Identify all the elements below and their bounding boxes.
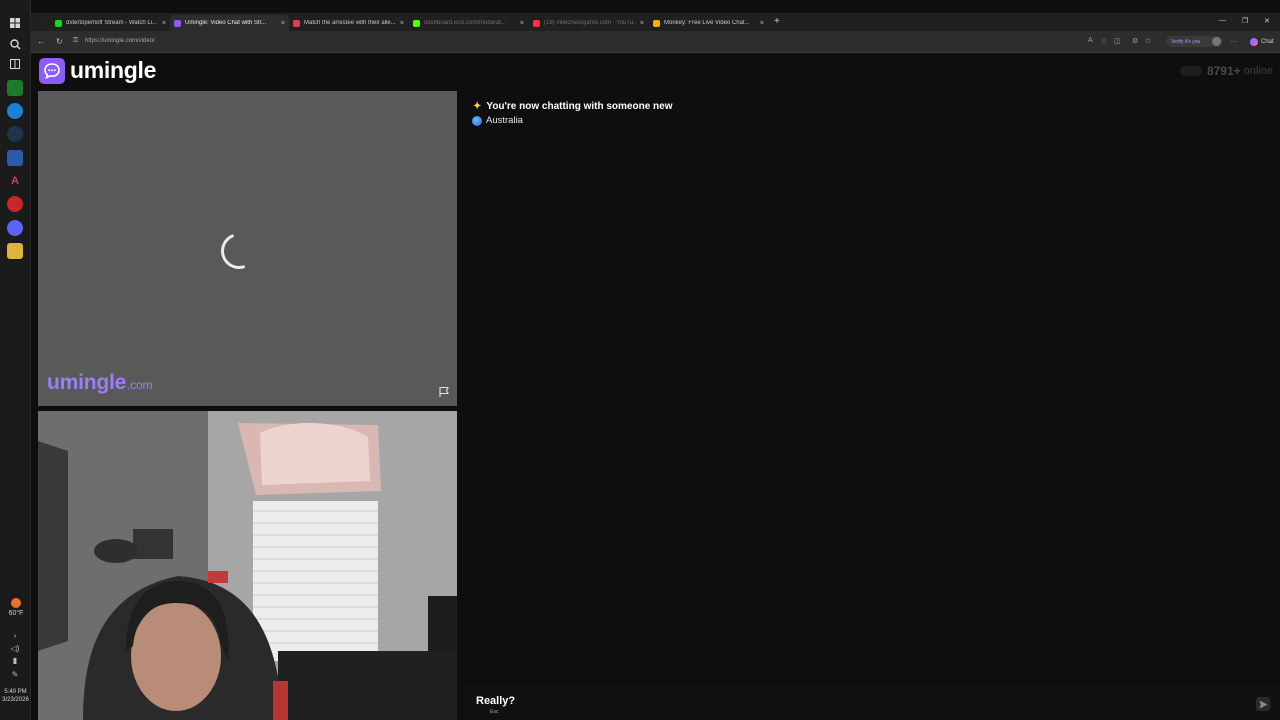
remote-video: umingle.com	[38, 91, 457, 406]
speaker-icon[interactable]: ◁)	[5, 644, 25, 653]
edge-icon[interactable]	[7, 103, 23, 119]
verify-profile-button[interactable]: Verify it's you	[1166, 36, 1223, 47]
close-icon[interactable]: ×	[520, 20, 524, 27]
extensions-icon[interactable]: ⚙	[1132, 37, 1138, 45]
xbox-icon[interactable]	[7, 80, 23, 96]
weather-widget[interactable]: 60°F	[3, 598, 29, 617]
discord-icon[interactable]	[7, 220, 23, 236]
verify-label: Verify it's you	[1171, 38, 1201, 45]
close-icon[interactable]: ×	[760, 20, 764, 27]
minimize-icon[interactable]: —	[1219, 17, 1226, 24]
tab-title: dxtertopemoff Stream - Watch Li...	[66, 20, 158, 26]
start-icon[interactable]	[7, 15, 23, 31]
read-aloud-icon[interactable]: A	[1088, 37, 1093, 44]
favorites-icon[interactable]: ✩	[1145, 37, 1151, 45]
kick-icon	[413, 19, 420, 27]
location-text: Australia	[486, 115, 523, 126]
clock-date: 3/23/2026	[2, 697, 29, 703]
restore-icon[interactable]: ❐	[1242, 17, 1248, 25]
kick-icon	[55, 19, 62, 27]
monkey-icon	[653, 19, 660, 27]
opera-icon[interactable]	[7, 196, 23, 212]
chat-input-bar[interactable]: Really? Esc	[463, 685, 1280, 720]
skip-confirm-button[interactable]: Really?	[476, 695, 515, 707]
split-screen-icon[interactable]: ◫	[1114, 37, 1121, 45]
back-icon[interactable]: ←	[37, 37, 45, 46]
tab-title: Umingle: Video Chat with Str...	[185, 20, 267, 26]
send-icon	[1259, 700, 1267, 708]
tab-title: (18) intelcheckgame.com - YouTu...	[544, 20, 636, 26]
refresh-icon[interactable]: ↻	[56, 37, 63, 46]
skip-shortcut-hint: Esc	[490, 709, 499, 715]
tab-monkey[interactable]: Monkey: Free Live Video Chat... ×	[649, 15, 768, 31]
loading-spinner-icon	[215, 227, 263, 275]
logo-text: umingle	[70, 57, 157, 83]
lock-icon[interactable]: ⚿	[73, 37, 78, 45]
task-view-icon[interactable]	[7, 56, 23, 72]
close-icon[interactable]: ×	[400, 20, 404, 27]
address-bar-row: ← ↻ ⚿ https://umingle.com/video/ A ☆ ◫ ⚙…	[31, 31, 1280, 53]
tab-arrestee[interactable]: Match the arrestee with their alle... ×	[289, 15, 408, 31]
tab-actions-icon[interactable]: ⌄	[37, 15, 47, 31]
weather-temp: 60°F	[8, 610, 24, 617]
online-count: 8791+	[1206, 64, 1241, 78]
tab-title: Match the arrestee with their alle...	[304, 20, 396, 26]
close-icon[interactable]: ×	[640, 20, 644, 27]
tab-title: Monkey: Free Live Video Chat...	[664, 20, 750, 26]
globe-icon	[472, 115, 482, 126]
taskbar-clock[interactable]: 5:40 PM 3/23/2026	[0, 688, 31, 704]
umingle-icon	[174, 19, 181, 27]
sparkle-icon: ✦	[473, 101, 482, 112]
online-toggle[interactable]	[1179, 66, 1202, 76]
copilot-icon	[1250, 38, 1258, 46]
umingle-page: umingle 8791+ online umingle.com ✦ You'r…	[31, 53, 1280, 720]
copilot-chat-button[interactable]: Chat	[1250, 38, 1274, 46]
steam-icon[interactable]	[7, 126, 23, 142]
site-icon	[293, 19, 300, 27]
window-close-icon[interactable]: ✕	[1264, 17, 1270, 25]
more-menu-icon[interactable]: …	[1230, 37, 1237, 44]
avatar	[1212, 37, 1221, 46]
youtube-icon	[533, 19, 540, 27]
weather-icon	[11, 598, 21, 608]
file-explorer-icon[interactable]	[7, 243, 23, 259]
report-flag-icon[interactable]	[438, 386, 450, 398]
tab-kick-dashboard[interactable]: dashboard.kick.com/moderat... ×	[409, 15, 528, 31]
webcam-feed-image	[38, 411, 457, 720]
system-message: ✦ You're now chatting with someone new	[473, 101, 672, 112]
watermark-domain: .com	[127, 378, 153, 392]
tab-title: dashboard.kick.com/moderat...	[424, 20, 507, 26]
taskbar: A 60°F › ◁) ▮ ✎ 5:40 PM 3/23/2026	[0, 0, 31, 720]
tray-chevron-icon[interactable]: ›	[5, 631, 25, 640]
send-button[interactable]	[1256, 697, 1270, 711]
online-counter: 8791+ online	[1179, 64, 1273, 78]
chat-label: Chat	[1261, 39, 1274, 45]
site-logo[interactable]: umingle	[39, 57, 156, 84]
watermark-brand: umingle	[47, 371, 127, 394]
clock-time: 5:40 PM	[4, 689, 27, 695]
close-icon[interactable]: ×	[281, 20, 285, 27]
partner-location: Australia	[472, 115, 523, 126]
online-label: online	[1243, 65, 1273, 77]
close-icon[interactable]: ×	[162, 20, 166, 27]
tab-umingle[interactable]: Umingle: Video Chat with Str... ×	[170, 15, 289, 31]
favorite-star-icon[interactable]: ☆	[1101, 37, 1107, 45]
tab-stream[interactable]: dxtertopemoff Stream - Watch Li... ×	[51, 15, 170, 31]
store-icon[interactable]	[7, 150, 23, 166]
system-message-text: You're now chatting with someone new	[486, 101, 673, 112]
url-field[interactable]: https://umingle.com/video/	[85, 38, 155, 44]
self-video	[38, 411, 457, 720]
tab-youtube[interactable]: (18) intelcheckgame.com - YouTu... ×	[529, 15, 648, 31]
pen-icon[interactable]: ✎	[5, 670, 25, 679]
chat-bubble-icon	[39, 57, 65, 84]
chat-log: ✦ You're now chatting with someone new A…	[463, 91, 1280, 683]
video-watermark: umingle.com	[47, 371, 153, 395]
search-icon[interactable]	[7, 36, 23, 52]
new-tab-icon[interactable]: +	[774, 16, 780, 27]
microphone-icon[interactable]: ▮	[5, 656, 25, 665]
browser-tabstrip: ⌄ dxtertopemoff Stream - Watch Li... × U…	[31, 13, 1280, 31]
acrobat-icon[interactable]: A	[7, 173, 23, 189]
